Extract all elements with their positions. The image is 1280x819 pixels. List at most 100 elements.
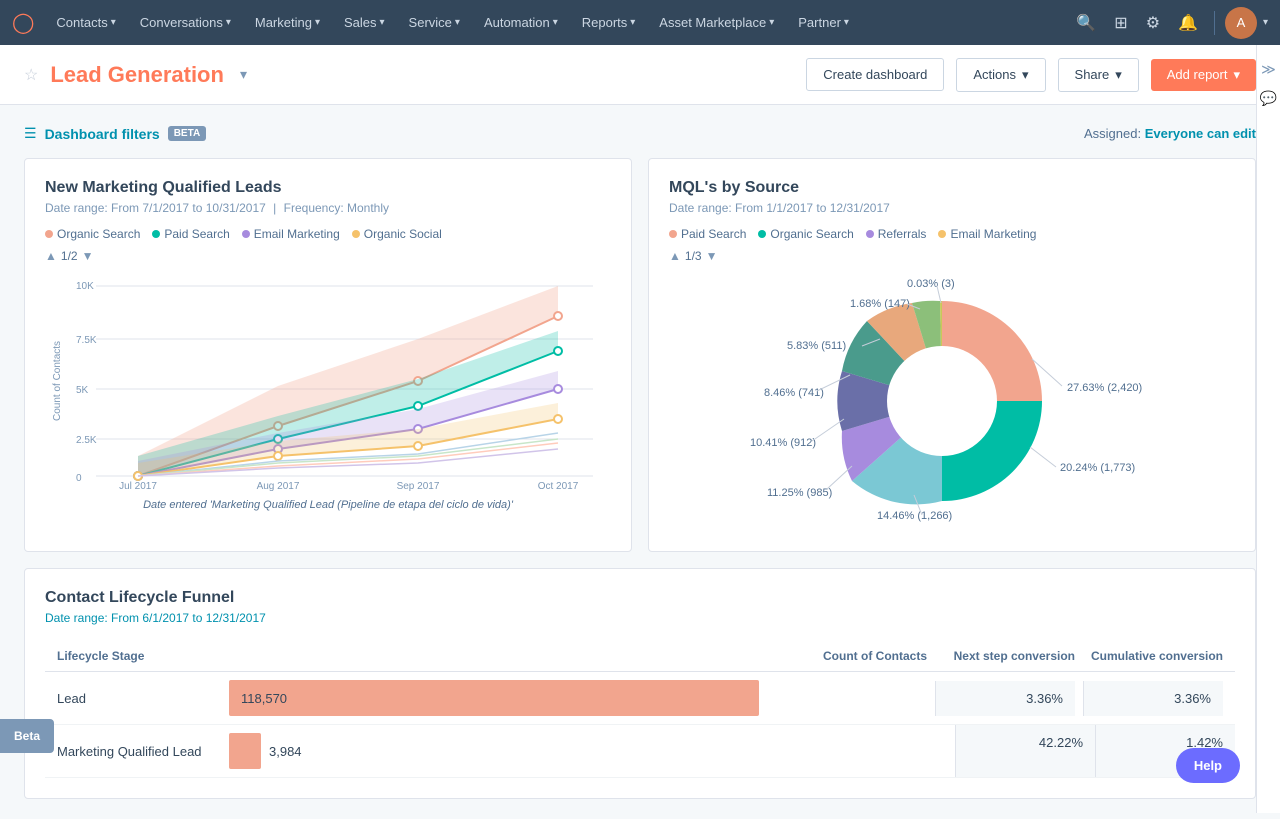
mql-x-axis-label: Date entered 'Marketing Qualified Lead (…: [45, 499, 611, 511]
svg-text:Oct 2017: Oct 2017: [538, 481, 579, 491]
filter-icon: ☰: [24, 125, 37, 142]
funnel-row-lead: Lead 118,570 3.36% 3.36%: [45, 672, 1235, 725]
actions-button[interactable]: Actions ▾: [956, 58, 1045, 92]
beta-button[interactable]: Beta: [0, 719, 54, 753]
funnel-next-mql: 42.22%: [955, 725, 1095, 777]
funnel-title: Contact Lifecycle Funnel: [45, 589, 1235, 607]
funnel-label-mql: Marketing Qualified Lead: [57, 744, 217, 759]
favorite-icon[interactable]: ☆: [24, 65, 38, 85]
svg-text:14.46% (1,266): 14.46% (1,266): [877, 510, 952, 522]
source-page-indicator: 1/3: [685, 249, 702, 263]
avatar-dropdown[interactable]: ▾: [1263, 17, 1268, 28]
nav-conversations-arrow: ▾: [226, 17, 231, 28]
beta-badge: BETA: [168, 126, 206, 141]
mql-page-nav: ▲ 1/2 ▼: [45, 249, 611, 263]
legend-organic-search: Organic Search: [45, 227, 140, 241]
page-header: ☆ Lead Generation ▾ Create dashboard Act…: [0, 45, 1280, 105]
nav-reports[interactable]: Reports ▾: [572, 0, 646, 45]
svg-text:27.63% (2,420): 27.63% (2,420): [1067, 382, 1142, 394]
legend-dot-paid-search: [152, 230, 160, 238]
legend-dot-organic-social: [352, 230, 360, 238]
funnel-card: Contact Lifecycle Funnel Date range: Fro…: [24, 568, 1256, 799]
mql-source-legend: Paid Search Organic Search Referrals Ema…: [669, 227, 1235, 241]
create-dashboard-button[interactable]: Create dashboard: [806, 58, 944, 91]
main-content: ☰ Dashboard filters BETA Assigned: Every…: [0, 105, 1280, 819]
nav-service[interactable]: Service ▾: [399, 0, 470, 45]
grid-icon[interactable]: ⊞: [1108, 7, 1133, 39]
mql-line-chart-svg: 10K 7.5K 5K 2.5K 0 Count of Contacts Jul…: [45, 271, 611, 491]
mql-card-date: Date range: From 7/1/2017 to 10/31/2017 …: [45, 201, 611, 215]
nav-marketing[interactable]: Marketing ▾: [245, 0, 330, 45]
nav-icons: 🔍 ⊞ ⚙ 🔔 A ▾: [1070, 7, 1268, 39]
funnel-next-lead: 3.36%: [935, 681, 1075, 716]
nav-marketing-arrow: ▾: [315, 17, 320, 28]
collapse-right-icon[interactable]: ≫: [1261, 61, 1276, 78]
nav-asset-marketplace[interactable]: Asset Marketplace ▾: [649, 0, 784, 45]
nav-service-arrow: ▾: [455, 17, 460, 28]
svg-text:8.46% (741): 8.46% (741): [764, 387, 824, 399]
assigned-prefix: Assigned:: [1084, 126, 1141, 141]
mql-source-title: MQL's by Source: [669, 179, 1235, 197]
source-legend-paid-search: Paid Search: [669, 227, 746, 241]
source-next-arrow[interactable]: ▼: [706, 249, 718, 263]
help-button[interactable]: Help: [1176, 748, 1240, 783]
svg-text:Aug 2017: Aug 2017: [257, 481, 300, 491]
filters-bar: ☰ Dashboard filters BETA Assigned: Every…: [24, 125, 1256, 142]
title-dropdown-icon[interactable]: ▾: [240, 66, 247, 83]
actions-dropdown-icon: ▾: [1022, 67, 1029, 83]
funnel-cumulative-lead: 3.36%: [1083, 681, 1223, 716]
source-legend-referrals: Referrals: [866, 227, 927, 241]
nav-sales[interactable]: Sales ▾: [334, 0, 395, 45]
add-report-dropdown-icon: ▾: [1233, 67, 1240, 83]
page-title: Lead Generation: [50, 62, 224, 88]
svg-text:10K: 10K: [76, 281, 94, 292]
search-icon[interactable]: 🔍: [1070, 7, 1102, 39]
mql-line-chart: 10K 7.5K 5K 2.5K 0 Count of Contacts Jul…: [45, 271, 611, 491]
mql-prev-arrow[interactable]: ▲: [45, 249, 57, 263]
mql-source-date: Date range: From 1/1/2017 to 12/31/2017: [669, 201, 1235, 215]
add-report-button[interactable]: Add report ▾: [1151, 59, 1256, 91]
svg-text:2.5K: 2.5K: [76, 435, 97, 446]
nav-divider: [1214, 11, 1215, 35]
source-legend-email-marketing: Email Marketing: [938, 227, 1036, 241]
nav-conversations[interactable]: Conversations ▾: [130, 0, 241, 45]
hubspot-logo[interactable]: ◯: [12, 10, 34, 35]
funnel-label-lead: Lead: [57, 691, 217, 706]
legend-paid-search: Paid Search: [152, 227, 229, 241]
funnel-header-next: Next step conversion: [935, 649, 1075, 663]
mql-card-title: New Marketing Qualified Leads: [45, 179, 611, 197]
nav-contacts-arrow: ▾: [111, 17, 116, 28]
svg-text:20.24% (1,773): 20.24% (1,773): [1060, 462, 1135, 474]
svg-text:10.41% (912): 10.41% (912): [750, 437, 816, 449]
nav-contacts[interactable]: Contacts ▾: [46, 0, 125, 45]
funnel-date: Date range: From 6/1/2017 to 12/31/2017: [45, 611, 1235, 625]
nav-partner-arrow: ▾: [844, 17, 849, 28]
settings-icon[interactable]: ⚙: [1140, 7, 1166, 39]
assigned-link[interactable]: Everyone can edit: [1145, 126, 1256, 141]
nav-automation[interactable]: Automation ▾: [474, 0, 568, 45]
nav-sales-arrow: ▾: [380, 17, 385, 28]
dashboard-filters-label[interactable]: Dashboard filters: [45, 126, 160, 142]
right-panel: ≫ 💬: [1256, 45, 1280, 813]
funnel-table-header: Lifecycle Stage Count of Contacts Next s…: [45, 641, 1235, 672]
pie-chart-svg: 27.63% (2,420) 20.24% (1,773) 14.46% (1,…: [712, 271, 1192, 531]
mql-source-card: MQL's by Source Date range: From 1/1/201…: [648, 158, 1256, 552]
notifications-icon[interactable]: 🔔: [1172, 7, 1204, 39]
cards-grid: New Marketing Qualified Leads Date range…: [24, 158, 1256, 552]
svg-text:5K: 5K: [76, 385, 89, 396]
legend-dot-organic-search: [45, 230, 53, 238]
funnel-row-mql: Marketing Qualified Lead 3,984 42.22% 1.…: [45, 725, 1235, 778]
filters-left: ☰ Dashboard filters BETA: [24, 125, 206, 142]
funnel-header-stage: Lifecycle Stage: [57, 649, 759, 663]
svg-text:0.03% (3): 0.03% (3): [907, 278, 955, 290]
nav-partner[interactable]: Partner ▾: [788, 0, 859, 45]
nav-reports-arrow: ▾: [630, 17, 635, 28]
mql-next-arrow[interactable]: ▼: [82, 249, 94, 263]
share-button[interactable]: Share ▾: [1058, 58, 1139, 92]
svg-text:5.83% (511): 5.83% (511): [787, 340, 846, 352]
avatar[interactable]: A: [1225, 7, 1257, 39]
source-prev-arrow[interactable]: ▲: [669, 249, 681, 263]
chat-icon[interactable]: 💬: [1260, 90, 1277, 107]
legend-dot-email-marketing: [242, 230, 250, 238]
svg-text:1.68% (147): 1.68% (147): [850, 298, 910, 310]
